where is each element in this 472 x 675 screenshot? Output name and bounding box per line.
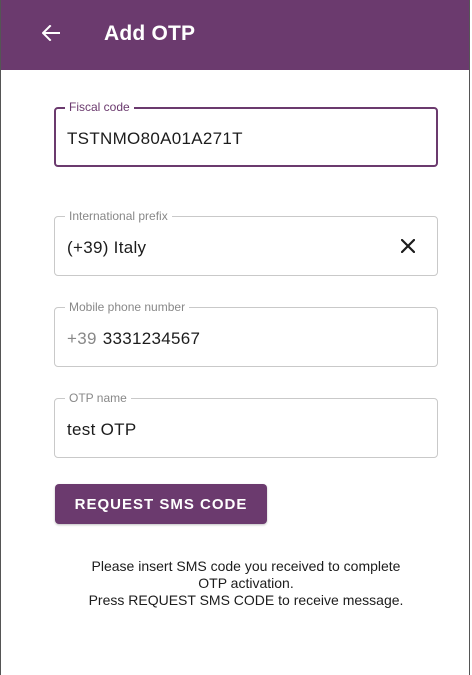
international-prefix-value: (+39) Italy <box>67 238 147 257</box>
mobile-phone-field[interactable]: Mobile phone number +39 3331234567 <box>54 300 438 367</box>
otp-name-field[interactable]: OTP name test OTP <box>54 391 438 458</box>
close-icon <box>401 239 415 253</box>
arrow-left-icon <box>42 25 60 41</box>
mobile-phone-value-row: +39 3331234567 <box>67 329 200 349</box>
clear-prefix-button[interactable] <box>397 235 419 257</box>
request-sms-code-button[interactable]: REQUEST SMS CODE <box>55 484 267 524</box>
info-line-1: Please insert SMS code you received to c… <box>91 558 401 574</box>
otp-name-label: OTP name <box>65 391 131 405</box>
international-prefix-field[interactable]: International prefix (+39) Italy <box>54 209 438 276</box>
mobile-phone-label: Mobile phone number <box>65 300 190 314</box>
fiscal-code-label: Fiscal code <box>65 100 134 114</box>
back-button[interactable] <box>35 17 67 49</box>
fiscal-code-value: TSTNMO80A01A271T <box>67 129 243 148</box>
app-bar: Add OTP <box>1 0 469 70</box>
info-line-3: Press REQUEST SMS CODE to receive messag… <box>88 592 404 608</box>
fiscal-code-field[interactable]: Fiscal code TSTNMO80A01A271T <box>54 100 438 167</box>
add-otp-screen: Add OTP Fiscal code TSTNMO80A01A271T Int… <box>0 0 470 675</box>
page-title: Add OTP <box>104 22 196 45</box>
mobile-phone-value: 3331234567 <box>102 329 201 348</box>
international-prefix-label: International prefix <box>65 209 172 223</box>
info-text: Please insert SMS code you received to c… <box>41 558 451 609</box>
info-line-2: OTP activation. <box>198 575 294 591</box>
otp-name-value: test OTP <box>67 420 137 439</box>
phone-prefix: +39 <box>67 329 97 348</box>
